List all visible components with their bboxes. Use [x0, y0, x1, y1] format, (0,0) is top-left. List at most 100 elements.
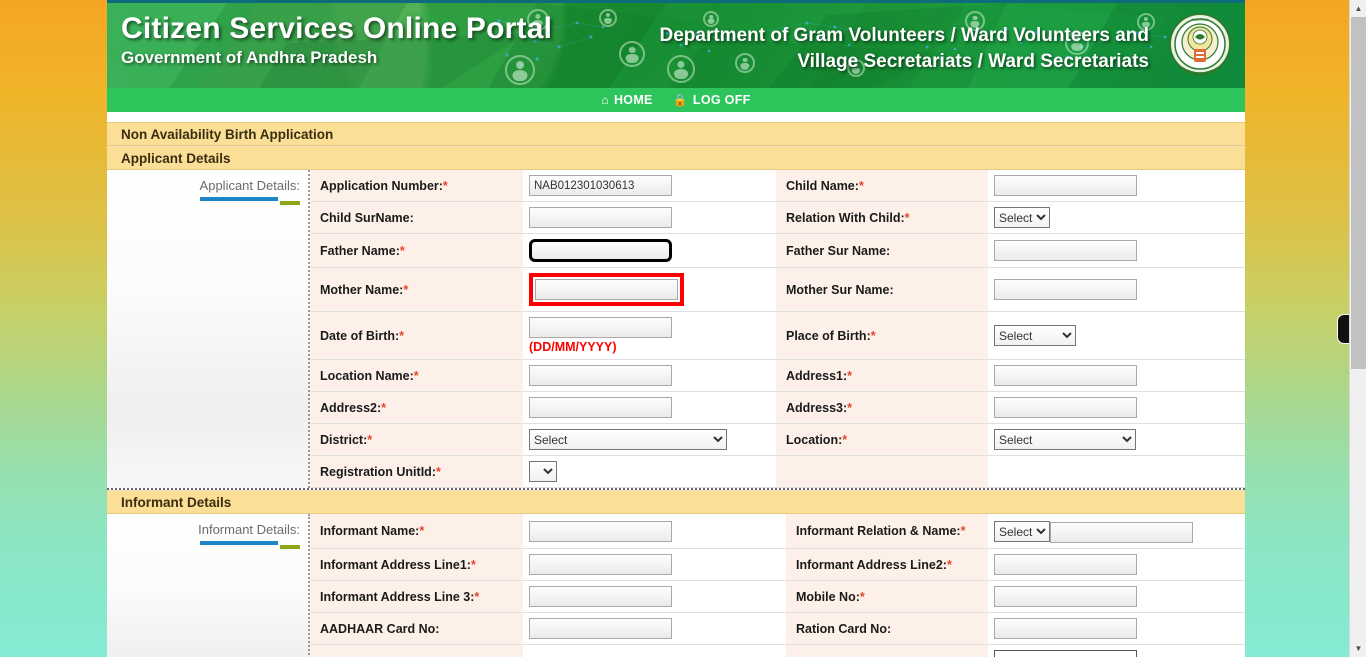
remarks-textarea[interactable] — [994, 650, 1137, 657]
address3-label: Address3:* — [776, 391, 988, 424]
field-label-text: Registration UnitId: — [320, 464, 436, 479]
informant-address-line3-input[interactable] — [529, 586, 672, 607]
form-row: Date of Birth:* (DD/MM/YYYY) Place of Birt… — [310, 311, 1245, 360]
informant-relation-select[interactable]: Select — [994, 521, 1050, 542]
date-format-hint: (DD/MM/YYYY) — [529, 340, 617, 354]
field-label-text: Ration Card No: — [796, 621, 892, 636]
nav-item-log-off[interactable]: 🔒 LOG OFF — [673, 93, 751, 107]
relation-with-child-label: Relation With Child:* — [776, 201, 988, 234]
place-of-birth-select-cell: Select — [988, 311, 1245, 360]
site-banner: Citizen Services Online Portal Governmen… — [107, 0, 1245, 88]
mother-surname-input[interactable] — [994, 279, 1137, 300]
field-label-text: Mobile No: — [796, 589, 860, 604]
address2-input-cell — [523, 391, 776, 424]
relation-with-child-select[interactable]: Select — [994, 207, 1050, 228]
rule-blue-segment — [200, 541, 278, 545]
field-label-text: Relation With Child: — [786, 210, 905, 225]
required-asterisk: * — [399, 328, 405, 343]
form-row: Location Name:* Address1:* — [310, 359, 1245, 392]
informant-fields-table: Informant Name:* Informant Relation & Nam… — [310, 514, 1245, 657]
father-surname-input[interactable] — [994, 240, 1137, 261]
informant-address-line2-input[interactable] — [994, 554, 1137, 575]
address3-input[interactable] — [994, 397, 1137, 418]
informant-address-line2-input-cell — [988, 548, 1245, 581]
informant-relation-name-input[interactable] — [1050, 522, 1193, 543]
applicant-fields-table: Application Number:*Child Name:*Child Su… — [310, 170, 1245, 488]
informant-address-line2-label: Informant Address Line2:* — [786, 548, 988, 581]
ration-card-no-input[interactable] — [994, 618, 1137, 639]
required-asterisk: * — [847, 368, 853, 383]
person-icon — [619, 41, 645, 67]
informant-address-line1-input[interactable] — [529, 554, 672, 575]
location-select[interactable]: Select — [994, 429, 1136, 450]
child-surname-input[interactable] — [529, 207, 672, 228]
informant-name-input-cell — [523, 514, 786, 549]
email-id-label: Email ID: — [310, 644, 523, 657]
rule-blue-segment — [200, 197, 278, 201]
address2-input[interactable] — [529, 397, 672, 418]
ration-card-no-input-cell — [988, 612, 1245, 645]
child-name-label: Child Name:* — [776, 170, 988, 202]
lock-icon: 🔒 — [672, 93, 688, 107]
mobile-no-input[interactable] — [994, 586, 1137, 607]
ration-card-no-label: Ration Card No: — [786, 612, 988, 645]
department-block: Department of Gram Volunteers / Ward Vol… — [659, 23, 1149, 75]
section-header-informant: Informant Details — [107, 490, 1245, 514]
content-panel: Non Availability Birth Application Appli… — [107, 122, 1245, 657]
required-asterisk: * — [419, 524, 425, 538]
page-brand-title: Citizen Services Online Portal — [121, 12, 553, 45]
location-select-cell: Select — [988, 423, 1245, 456]
mobile-no-input-cell — [988, 580, 1245, 613]
child-name-input[interactable] — [994, 175, 1137, 196]
mother-name-label: Mother Name:* — [310, 267, 523, 312]
aadhaar-card-no-input[interactable] — [529, 618, 672, 639]
mother-name-input-cell — [523, 267, 776, 312]
district-select[interactable]: Select — [529, 429, 727, 450]
mother-name-input[interactable] — [535, 279, 678, 300]
mobile-no-label: Mobile No:* — [786, 580, 988, 613]
scroll-down-arrow[interactable]: ▼ — [1350, 640, 1366, 657]
brand-block: Citizen Services Online Portal Governmen… — [121, 11, 552, 69]
address3-input-cell — [988, 391, 1245, 424]
informant-form: Informant Details: Informant Name:* Infor… — [107, 514, 1245, 657]
form-row: Address2:* Address3:* — [310, 391, 1245, 424]
application-number-label: Application Number:* — [310, 170, 523, 202]
nav-item-log-off-label: LOG OFF — [692, 93, 751, 107]
collapsed-panel-handle[interactable] — [1337, 314, 1349, 344]
location-name-input[interactable] — [529, 365, 672, 386]
informant-name-input[interactable] — [529, 520, 672, 542]
informant-side-label-text: Informant Details: — [198, 522, 300, 537]
field-label-text: Place of Birth: — [786, 328, 871, 343]
required-asterisk: * — [859, 589, 865, 604]
required-asterisk: * — [435, 464, 441, 479]
field-label-text: Location: — [786, 432, 843, 447]
informant-address-line3-input-cell — [523, 580, 786, 613]
required-asterisk: * — [842, 432, 848, 447]
field-label-text: Child SurName: — [320, 210, 414, 225]
navbar-spacer — [107, 112, 1245, 122]
field-label-text: Informant Address Line1: — [320, 557, 471, 572]
district-label: District:* — [310, 423, 523, 456]
page-scrollbar[interactable]: ▲ ▼ — [1349, 0, 1366, 657]
nav-item-home[interactable]: ⌂ HOME — [601, 93, 652, 107]
svg-text:PRADESH: PRADESH — [1190, 73, 1209, 78]
application-number-input[interactable] — [529, 175, 672, 196]
father-name-label: Father Name:* — [310, 233, 523, 268]
field-label-text: Application Number: — [320, 178, 443, 193]
district-select-cell: Select — [523, 423, 776, 456]
department-line-2: Village Secretariats / Ward Secretariats — [797, 51, 1149, 72]
andhra-pradesh-emblem-icon: ANDHRA PRADESH — [1169, 13, 1231, 78]
father-name-input[interactable] — [529, 239, 672, 262]
field-label-text: Informant Relation & Name: — [796, 524, 961, 538]
required-asterisk: * — [858, 178, 864, 193]
address1-input[interactable] — [994, 365, 1137, 386]
informant-address-line1-label: Informant Address Line1:* — [310, 548, 523, 581]
relation-with-child-select-cell: Select — [988, 201, 1245, 234]
registration-unitid-select[interactable] — [529, 461, 557, 482]
scroll-up-arrow[interactable]: ▲ — [1350, 0, 1366, 17]
scrollbar-thumb[interactable] — [1351, 17, 1366, 369]
section-header-informant-label: Informant Details — [121, 494, 232, 510]
required-asterisk: * — [870, 328, 876, 343]
place-of-birth-select[interactable]: Select — [994, 325, 1076, 346]
date-of-birth-input[interactable] — [529, 317, 672, 338]
